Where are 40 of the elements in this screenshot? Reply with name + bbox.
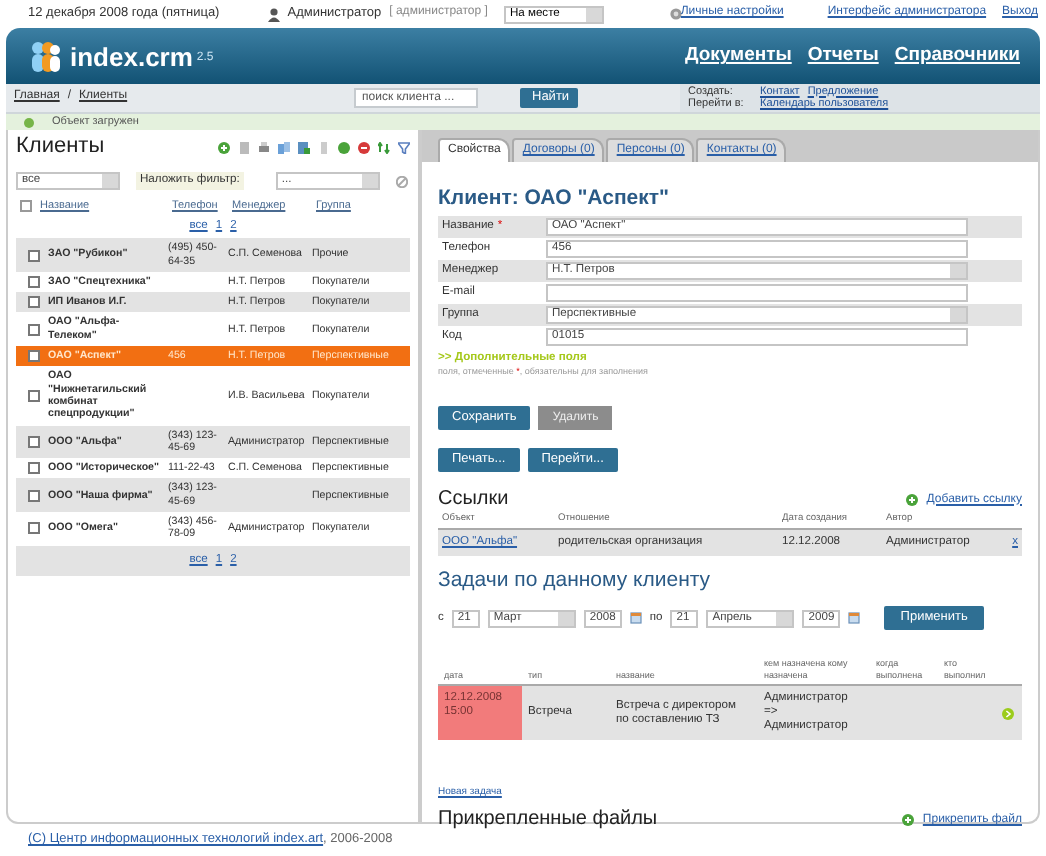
- section-title: Задачи по данному клиенту: [438, 567, 713, 593]
- row-checkbox[interactable]: [28, 275, 40, 288]
- panel-title: Клиенты: [16, 133, 105, 161]
- calendar-icon: [848, 612, 861, 625]
- row-checkbox[interactable]: [28, 296, 40, 309]
- nav-link[interactable]: Отчеты: [807, 44, 879, 68]
- row-checkbox[interactable]: [28, 522, 40, 535]
- logo-text: index.crm: [70, 41, 193, 73]
- calendar-icon: [629, 612, 642, 625]
- row-checkbox[interactable]: [28, 350, 40, 363]
- section-title: Прикрепленные файлы: [438, 808, 658, 833]
- document-icon: [238, 141, 250, 153]
- input-field[interactable]: [546, 283, 968, 302]
- nav-link[interactable]: Документы: [684, 44, 792, 68]
- section-title: Ссылки: [438, 488, 509, 513]
- complete-icon: [1002, 707, 1014, 720]
- client-title: Клиент: ОАО "Аспект": [438, 186, 672, 212]
- page-icon: [318, 141, 330, 153]
- row-checkbox[interactable]: [28, 462, 40, 475]
- row-checkbox[interactable]: [28, 389, 40, 402]
- select-all-checkbox[interactable]: [20, 200, 32, 213]
- nav-link[interactable]: Справочники: [894, 44, 1020, 68]
- logo-icon: [30, 39, 62, 73]
- filter-icon: [398, 141, 410, 153]
- row-checkbox[interactable]: [28, 489, 40, 502]
- row-checkbox[interactable]: [28, 323, 40, 336]
- settings-icon: [670, 8, 683, 20]
- add-icon: [218, 141, 230, 153]
- add-icon: [906, 494, 919, 507]
- delete-icon: [358, 141, 370, 153]
- clear-icon: [395, 175, 408, 187]
- sort-icon: [378, 141, 390, 153]
- print-icon: [258, 141, 270, 153]
- copy-icon: [278, 141, 290, 153]
- add-icon: [902, 814, 915, 827]
- export-icon: [298, 141, 310, 153]
- status-icon: [24, 117, 34, 127]
- user-icon: [267, 7, 280, 21]
- row-checkbox[interactable]: [28, 249, 40, 262]
- row-checkbox[interactable]: [28, 435, 40, 448]
